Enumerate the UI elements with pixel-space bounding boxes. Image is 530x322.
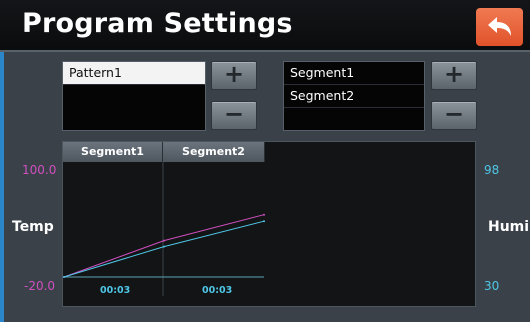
- pattern-list[interactable]: Pattern1: [62, 61, 206, 131]
- back-arrow-icon: [488, 17, 511, 36]
- plus-icon: +: [443, 60, 465, 88]
- add-pattern-button[interactable]: +: [211, 61, 257, 90]
- plus-icon: +: [223, 60, 245, 88]
- segment-list-item[interactable]: Segment2: [284, 85, 424, 108]
- chart-segment-header[interactable]: Segment1: [63, 142, 163, 162]
- back-button[interactable]: [476, 8, 523, 46]
- segment-time-label: 00:03: [202, 285, 233, 296]
- profile-chart-panel: [62, 141, 476, 307]
- temp-axis-min: -20.0: [24, 279, 56, 293]
- minus-icon: −: [223, 100, 245, 128]
- segment-time-label: 00:03: [100, 285, 131, 296]
- remove-segment-button[interactable]: −: [431, 101, 477, 130]
- page-title: Program Settings: [22, 8, 293, 39]
- humi-axis-label: Humi: [488, 219, 530, 235]
- segment-list-item[interactable]: Segment1: [284, 62, 424, 85]
- pattern-list-item[interactable]: Pattern1: [63, 62, 205, 85]
- temp-axis-label: Temp: [12, 219, 54, 235]
- humi-axis-min: 30: [484, 279, 500, 293]
- temp-axis-max: 100.0: [22, 163, 57, 177]
- humi-axis-max: 98: [484, 163, 500, 177]
- chart-segment-header[interactable]: Segment2: [163, 142, 265, 162]
- minus-icon: −: [443, 100, 465, 128]
- add-segment-button[interactable]: +: [431, 61, 477, 90]
- segment-list[interactable]: Segment1 Segment2: [283, 61, 425, 131]
- remove-pattern-button[interactable]: −: [211, 101, 257, 130]
- header-bar: Program Settings: [0, 0, 530, 52]
